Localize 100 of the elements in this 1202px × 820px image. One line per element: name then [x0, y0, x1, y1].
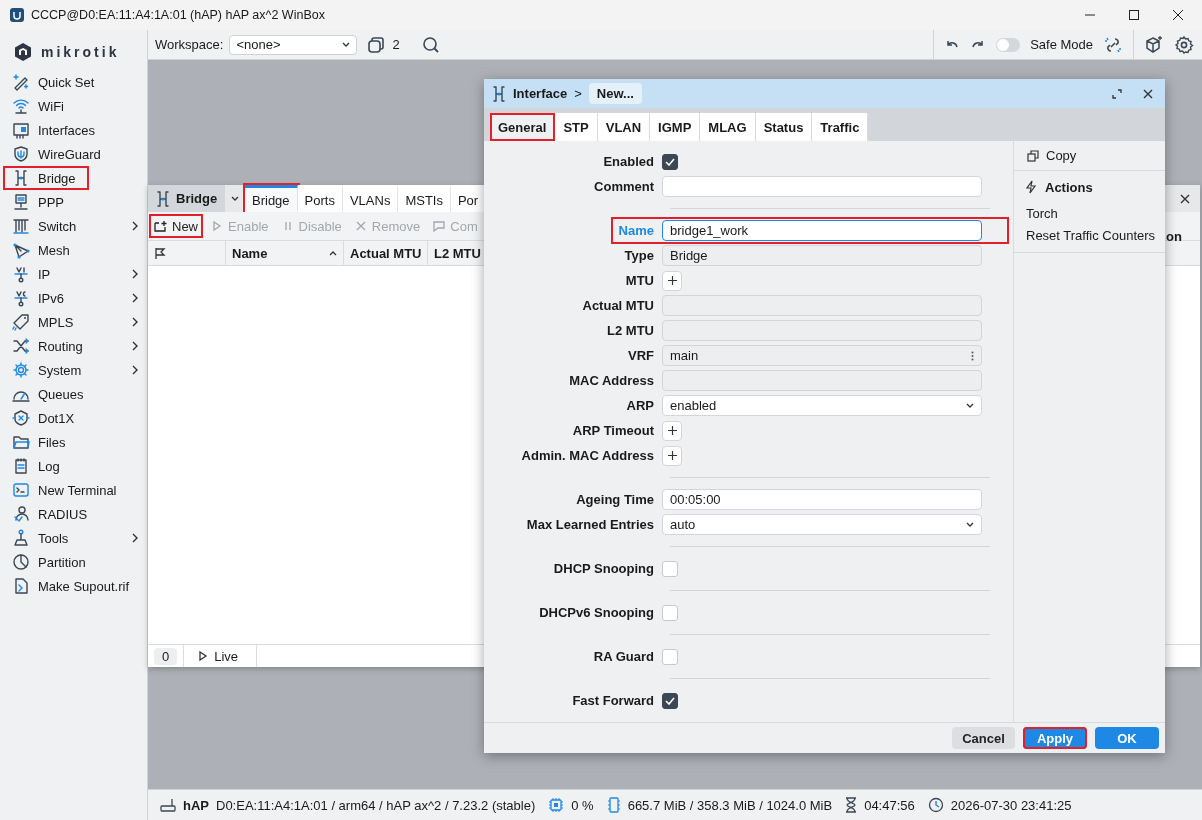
- sidebar-item[interactable]: Quick Set: [0, 70, 147, 94]
- dialog-button[interactable]: Apply: [1023, 727, 1087, 749]
- sidebar-item[interactable]: PPP: [0, 190, 147, 214]
- tab[interactable]: Traffic: [812, 113, 869, 141]
- cube-icon[interactable]: [1144, 34, 1164, 55]
- sidebar-item[interactable]: Make Supout.rif: [0, 574, 147, 598]
- folder-icon: [12, 433, 30, 451]
- live-button[interactable]: Live: [183, 645, 258, 667]
- close-icon[interactable]: [1172, 9, 1184, 21]
- dialog-button[interactable]: Cancel: [952, 727, 1015, 749]
- field-label: MTU: [624, 273, 655, 288]
- tab[interactable]: IGMP: [650, 113, 701, 141]
- tag-icon: [12, 313, 30, 331]
- user-icon: [12, 505, 30, 523]
- tab[interactable]: STP: [555, 113, 598, 141]
- checkbox[interactable]: [662, 692, 678, 709]
- section-title: Actions: [1045, 179, 1093, 195]
- column-header[interactable]: Actual MTU: [344, 241, 428, 265]
- input-field[interactable]: 00:05:00: [662, 489, 982, 510]
- tab[interactable]: Ports: [297, 185, 343, 212]
- workspace-dropdown[interactable]: <none>: [229, 34, 358, 55]
- dropdown[interactable]: enabled: [662, 395, 982, 416]
- sidebar-item[interactable]: RADIUS: [0, 502, 147, 526]
- file-icon: [12, 577, 30, 595]
- caret-icon: [342, 41, 351, 48]
- sidebar-item[interactable]: Queues: [0, 382, 147, 406]
- monitor-icon: [12, 193, 30, 211]
- copy-button[interactable]: Copy: [1014, 141, 1165, 171]
- close-icon[interactable]: [1143, 88, 1153, 99]
- memory-usage: 665.7 MiB / 358.3 MiB / 1024.0 MiB: [627, 797, 833, 813]
- breadcrumb-link[interactable]: Interface: [513, 86, 568, 101]
- sidebar-item[interactable]: WireGuard: [0, 142, 147, 166]
- device-info: D0:EA:11:A4:1A:01 / arm64 / hAP ax^2 / 7.23.2 (stable): [216, 797, 536, 813]
- dialog-button[interactable]: OK: [1095, 727, 1159, 749]
- safe-mode-toggle[interactable]: [996, 37, 1021, 52]
- tab[interactable]: Bridge: [245, 185, 298, 212]
- window-title: Bridge: [176, 191, 218, 206]
- input-field[interactable]: [662, 176, 982, 197]
- tab[interactable]: MLAG: [700, 113, 756, 141]
- safe-mode-label: Safe Mode: [1030, 37, 1093, 52]
- close-icon[interactable]: [1180, 193, 1190, 204]
- tab[interactable]: MSTIs: [398, 185, 451, 212]
- switch-icon: [12, 217, 30, 235]
- chevron-icon: [131, 533, 139, 543]
- network-node-icon: [12, 265, 30, 283]
- tab[interactable]: VLAN: [597, 113, 651, 141]
- sidebar-item[interactable]: New Terminal: [0, 478, 147, 502]
- search-icon[interactable]: [421, 35, 440, 54]
- tab[interactable]: General: [490, 113, 556, 141]
- sidebar-item[interactable]: Bridge: [3, 166, 89, 190]
- column-header[interactable]: Name: [226, 241, 344, 265]
- caret-icon[interactable]: [231, 195, 239, 202]
- sidebar-item[interactable]: Mesh: [0, 238, 147, 262]
- toolbar-button[interactable]: New: [149, 214, 203, 238]
- column-header[interactable]: L2 MTU: [428, 241, 484, 265]
- tab[interactable]: VLANs: [342, 185, 399, 212]
- more-icon: [971, 350, 974, 361]
- add-button[interactable]: [662, 420, 682, 441]
- field-label: DHCP Snooping: [552, 561, 655, 576]
- input-field[interactable]: bridge1_work: [662, 220, 982, 241]
- wifi-icon: [12, 97, 30, 115]
- field-label: Enabled: [602, 154, 655, 169]
- windows-icon[interactable]: [367, 35, 386, 54]
- field-label: Fast Forward: [571, 693, 655, 708]
- clock-icon: [927, 797, 944, 813]
- add-button[interactable]: [662, 270, 682, 291]
- sidebar-item[interactable]: Routing: [0, 334, 147, 358]
- maximize-icon[interactable]: [1128, 9, 1140, 21]
- device-name: hAP: [183, 797, 209, 813]
- window-title: CCCP@D0:EA:11:A4:1A:01 (hAP) hAP ax^2 WinBox: [31, 8, 325, 22]
- sidebar-item[interactable]: WiFi: [0, 94, 147, 118]
- network-node-icon: [12, 289, 30, 307]
- dropdown[interactable]: auto: [662, 514, 982, 535]
- chevron-icon: [131, 317, 139, 327]
- sidebar-item[interactable]: Interfaces: [0, 118, 147, 142]
- sidebar-item[interactable]: Log: [0, 454, 147, 478]
- field-label: Actual MTU: [581, 298, 655, 313]
- field-label: Type: [623, 248, 655, 263]
- sidebar-item[interactable]: IPv6: [0, 286, 147, 310]
- dropdown[interactable]: main: [662, 345, 982, 366]
- app-icon: [10, 8, 24, 22]
- settings-icon[interactable]: [1174, 34, 1194, 55]
- field-label: ARP: [625, 398, 655, 413]
- sidebar-item[interactable]: MPLS: [0, 310, 147, 334]
- sidebar-item[interactable]: Tools: [0, 526, 147, 550]
- joystick-icon: [12, 529, 30, 547]
- expand-icon[interactable]: [1112, 88, 1122, 99]
- sidebar-item[interactable]: Switch: [0, 214, 147, 238]
- sidebar-item[interactable]: Partition: [0, 550, 147, 574]
- add-button[interactable]: [662, 445, 682, 466]
- comment-icon: [432, 220, 447, 232]
- mesh-icon: [12, 241, 30, 259]
- tab[interactable]: Status: [755, 113, 813, 141]
- sidebar-item[interactable]: Files: [0, 430, 147, 454]
- action-item[interactable]: Torch: [1014, 203, 1165, 225]
- checkbox[interactable]: [662, 153, 678, 170]
- sidebar-item[interactable]: System: [0, 358, 147, 382]
- sidebar-item[interactable]: Dot1X: [0, 406, 147, 430]
- action-item[interactable]: Reset Traffic Counters: [1014, 225, 1165, 247]
- sidebar-item[interactable]: IP: [0, 262, 147, 286]
